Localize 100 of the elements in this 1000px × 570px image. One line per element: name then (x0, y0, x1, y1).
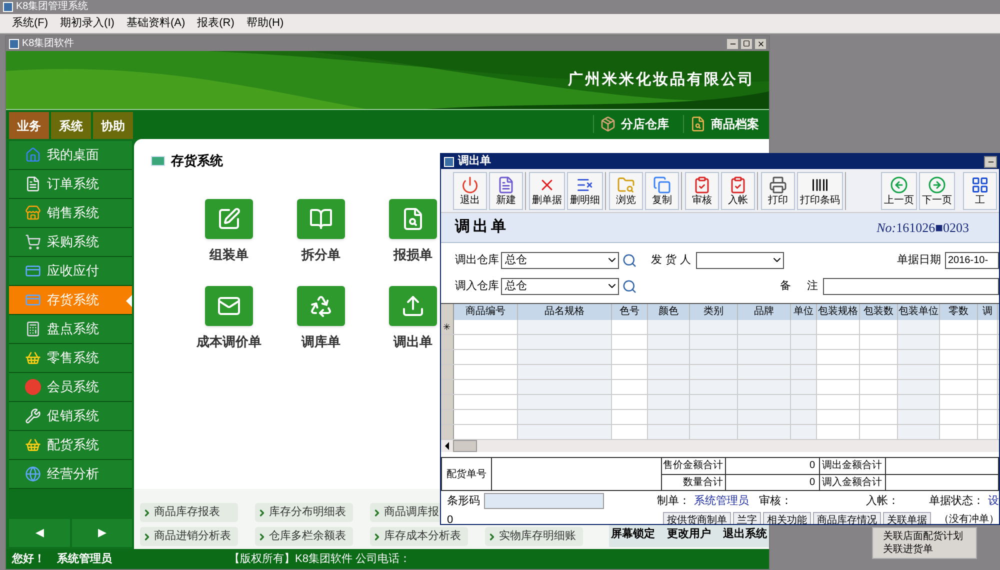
menu-item[interactable]: 报表(R) (197, 15, 234, 32)
barcode-field[interactable] (484, 493, 604, 510)
action-link[interactable]: 更改用户 (667, 526, 711, 542)
menu-item[interactable]: 关联店面配货计划 (873, 530, 976, 543)
scroll-left-icon[interactable] (445, 442, 449, 450)
sidebar-item[interactable]: 配货系统 (9, 431, 132, 460)
warehouse-select[interactable]: 总仓 (501, 252, 619, 268)
window-title: K8集团软件 (22, 37, 74, 51)
shortcut-button[interactable]: 分店仓库 (593, 115, 669, 133)
toolbar-button[interactable]: 删单据 (529, 172, 565, 210)
card-icon (25, 263, 41, 279)
sidebar-item[interactable]: 应收应付 (9, 257, 132, 286)
row-header (441, 304, 454, 320)
pager-button[interactable]: ◀ (9, 519, 70, 547)
toolbar-button[interactable]: 退出 (453, 172, 487, 210)
close-icon (756, 40, 764, 48)
close-button[interactable] (754, 38, 767, 50)
form-button[interactable]: 商品库存情况 (813, 512, 881, 524)
action-link[interactable]: 退出系统 (723, 526, 767, 542)
form-button[interactable]: 关联单据 (883, 512, 931, 524)
home-icon (25, 147, 41, 163)
action-link[interactable]: 屏幕锁定 (611, 526, 655, 542)
folder-search-icon (617, 176, 635, 194)
toolbar-button[interactable]: 上一页 (881, 172, 917, 210)
document-icon (25, 176, 41, 192)
remark-field[interactable] (823, 278, 999, 294)
sidebar-item[interactable]: 会员系统 (9, 373, 132, 402)
sidebar-item[interactable]: 经营分析 (9, 460, 132, 489)
chevron-right-icon (372, 508, 382, 518)
form-title: 调出单 (455, 217, 509, 238)
menu-item[interactable]: 期初录入(I) (60, 15, 114, 32)
menu-item[interactable]: 系统(F) (12, 15, 48, 32)
warehouse-select[interactable]: 总仓 (501, 278, 619, 294)
shortcut-button[interactable]: 商品档案 (683, 115, 759, 133)
sidebar-item[interactable]: 销售系统 (9, 199, 132, 228)
search-icon[interactable] (622, 252, 637, 268)
report-link[interactable]: 仓库多栏余额表 (255, 527, 353, 546)
company-name: 广州米米化妆品有限公司 (568, 70, 755, 90)
document-number: No:161026■0203 (876, 218, 969, 237)
report-link[interactable]: 商品库存报表 (140, 503, 238, 522)
nav-tab[interactable]: 协助 (93, 112, 133, 139)
power-icon (461, 176, 479, 194)
app-icon (3, 2, 13, 12)
sidebar-item[interactable]: 零售系统 (9, 344, 132, 373)
menu-item[interactable]: 关联进货单 (873, 543, 976, 556)
module-tile[interactable]: 拆分单 (275, 198, 367, 264)
nav-tab[interactable]: 系统 (51, 112, 91, 139)
chevron-right-icon (142, 532, 152, 542)
total-value: 0 (726, 475, 820, 491)
store-icon (25, 205, 41, 221)
form-button[interactable]: 相关功能 (763, 512, 811, 524)
sidebar-item[interactable]: 我的桌面 (9, 141, 132, 170)
menu-item[interactable]: 帮助(H) (246, 15, 284, 32)
toolbar-button[interactable]: 审核 (685, 172, 719, 210)
calculator-icon (25, 321, 41, 337)
horizontal-scrollbar[interactable] (441, 440, 999, 452)
menu-item[interactable]: 基础资料(A) (126, 15, 186, 32)
toolbar-button[interactable]: 入帐 (721, 172, 755, 210)
toolbar-button[interactable]: 浏览 (609, 172, 643, 210)
report-link[interactable]: 商品进销分析表 (140, 527, 238, 546)
sidebar-item[interactable]: 订单系统 (9, 170, 132, 199)
grid-icon (971, 176, 989, 194)
minimize-button[interactable] (726, 38, 739, 50)
minimize-button[interactable] (984, 156, 997, 168)
form-button[interactable]: 按供货商制单 (663, 512, 731, 524)
search-icon[interactable] (622, 278, 637, 294)
field-label: 备 注 (780, 278, 818, 294)
scroll-thumb[interactable] (453, 440, 477, 452)
row-header: ✳ (441, 320, 454, 334)
sidebar-item[interactable]: 促销系统 (9, 402, 132, 431)
toolbar-button[interactable]: 打印 (761, 172, 795, 210)
order-number-label: 配货单号 (442, 458, 492, 490)
module-tile[interactable]: 调库单 (275, 286, 367, 352)
chevron-right-icon (487, 532, 497, 542)
chevron-right-icon (257, 508, 267, 518)
user-name: 系统管理员 (57, 552, 112, 567)
toolbar-button[interactable]: 下一页 (919, 172, 955, 210)
date-field[interactable]: 2016-10- (945, 252, 999, 268)
app-icon (9, 38, 19, 48)
maker-label: 制单： (657, 494, 690, 509)
module-tile[interactable]: 成本调价单 (183, 286, 275, 352)
module-tile[interactable]: 组装单 (183, 198, 275, 264)
pager-button[interactable]: ▶ (72, 519, 132, 547)
total-value: 0 (726, 458, 820, 474)
report-link[interactable]: 实物库存明细账 (485, 527, 583, 546)
shipper-select[interactable] (696, 252, 784, 268)
report-link[interactable]: 库存成本分析表 (370, 527, 468, 546)
sidebar-item[interactable]: 盘点系统 (9, 315, 132, 344)
nav-tab[interactable]: 业务 (9, 112, 49, 139)
form-button[interactable]: 兰字 (733, 512, 761, 524)
maximize-button[interactable] (740, 38, 753, 50)
toolbar-button[interactable]: 打印条码 (797, 172, 843, 210)
copy-icon (653, 176, 671, 194)
pen-square-icon (217, 206, 241, 230)
toolbar-button[interactable]: 新建 (489, 172, 523, 210)
toolbar-button[interactable]: 删明细 (567, 172, 603, 210)
toolbar-button[interactable]: 复制 (645, 172, 679, 210)
report-link[interactable]: 库存分布明细表 (255, 503, 353, 522)
sidebar-item[interactable]: 采购系统 (9, 228, 132, 257)
toolbar-button[interactable]: 工 (963, 172, 997, 210)
